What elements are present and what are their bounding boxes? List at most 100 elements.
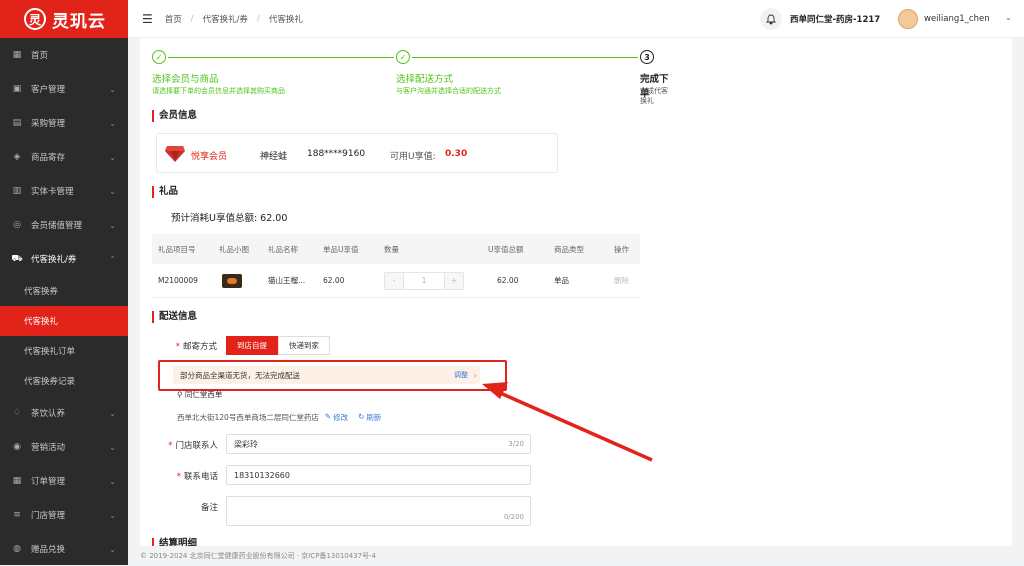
delivery-section-title: 配送信息: [152, 311, 197, 323]
sidebar-item[interactable]: ▥ 实体卡管理 ⌄: [0, 174, 128, 208]
express-option[interactable]: 快递到家: [278, 336, 330, 355]
gift-table: 礼品项目号 礼品小图 礼品名称 单品U享值 数量 U享值总额 商品类型 操作 M…: [152, 234, 640, 298]
chevron-down-icon[interactable]: ⌄: [109, 545, 116, 554]
member-section-title: 会员信息: [152, 110, 197, 122]
step-2-title: 选择配送方式: [396, 74, 454, 85]
step-1-check-icon: ✓: [152, 50, 166, 64]
cell-type: 单品: [554, 276, 569, 285]
list-icon: ≡: [13, 510, 21, 520]
sidebar-subitem[interactable]: 代客换礼: [0, 306, 128, 336]
chevron-down-icon[interactable]: ⌄: [109, 511, 116, 520]
sidebar-item[interactable]: ◎ 会员储值管理 ⌄: [0, 208, 128, 242]
pickup-option[interactable]: 到店自提: [226, 336, 278, 355]
sidebar-item[interactable]: ♢ 茶饮认养 ⌄: [0, 396, 128, 430]
step-1-title: 选择会员与商品: [152, 74, 219, 85]
cell-name: 猫山王榴...: [268, 276, 306, 285]
cell-total: 62.00: [497, 276, 519, 285]
delete-button[interactable]: 删除: [614, 275, 629, 286]
th-action: 操作: [614, 244, 629, 254]
th-unit: 单品U享值: [323, 244, 359, 254]
table-row: M2100009 猫山王榴... 62.00 - 1 + 62.00 单品 删除: [152, 264, 640, 298]
th-code: 礼品项目号: [158, 244, 196, 254]
chevron-up-icon[interactable]: ⌃: [109, 255, 116, 264]
sidebar-item-label: 实体卡管理: [31, 187, 74, 197]
chevron-down-icon[interactable]: ⌄: [109, 409, 116, 418]
chevron-down-icon[interactable]: ⌄: [109, 153, 116, 162]
sidebar-item[interactable]: ◉ 营销活动 ⌄: [0, 430, 128, 464]
sidebar-item[interactable]: ◈ 商品寄存 ⌄: [0, 140, 128, 174]
chevron-down-icon[interactable]: ⌄: [109, 187, 116, 196]
sidebar-subitem[interactable]: 代客换券记录: [0, 366, 128, 396]
sidebar-item-label: 首页: [31, 51, 49, 61]
settlement-section-title: 结算明细: [152, 538, 197, 546]
app-logo[interactable]: 灵 灵玑云: [0, 0, 128, 38]
sidebar-item[interactable]: ▦ 首页: [0, 38, 128, 72]
topbar: ☰ 首页 / 代客换礼/券 / 代客换礼 西单同仁堂-药房-1217 weili…: [128, 0, 1024, 38]
sidebar-item-label: 采购管理: [31, 119, 66, 129]
refresh-icon[interactable]: ↻: [358, 412, 364, 423]
menu-toggle-icon[interactable]: ☰: [142, 12, 153, 26]
gift-icon: ◍: [13, 544, 21, 554]
sidebar-item-label: 茶饮认养: [31, 409, 66, 419]
store-name: ⚲ 同仁堂西单: [177, 390, 223, 399]
member-name: 神经蛙: [260, 152, 288, 162]
megaphone-icon: ◉: [13, 442, 21, 452]
chevron-down-icon[interactable]: ⌄: [109, 85, 116, 94]
cell-unit: 62.00: [323, 276, 345, 285]
bell-icon[interactable]: [760, 8, 782, 30]
sidebar-item-label: 会员储值管理: [31, 221, 83, 231]
quantity-value[interactable]: 1: [403, 272, 445, 289]
store-address-row: 西单北大街120号西单商场二层同仁堂药店 ✎ 修改 ↻ 刷新: [177, 412, 381, 423]
th-name: 礼品名称: [268, 244, 298, 254]
method-label: * 邮寄方式: [175, 342, 217, 352]
gift-thumbnail: [222, 273, 242, 288]
sidebar: 灵 灵玑云 ▦ 首页 ▣ 客户管理 ⌄ ▤ 采购管理 ⌄ ◈ 商品寄存 ⌄ ▥ 实体卡管理 ⌄ ◎ 会员储值管…: [0, 0, 128, 565]
chevron-down-icon[interactable]: ⌄: [109, 443, 116, 452]
location-pin-icon: ⚲: [177, 390, 185, 399]
remark-textarea[interactable]: 0/200: [226, 496, 531, 526]
logo-icon: 灵: [24, 8, 46, 30]
refresh-link[interactable]: 刷新: [366, 412, 381, 423]
cell-code: M2100009: [158, 276, 198, 285]
edit-link[interactable]: 修改: [333, 412, 348, 423]
grid-icon: ▦: [12, 476, 22, 486]
footer: © 2019-2024 北京同仁堂健康药业股份有限公司 · 京ICP备13010…: [128, 546, 1024, 565]
step-3-number: 3: [640, 50, 654, 64]
sidebar-item[interactable]: ▦ 订单管理 ⌄: [0, 464, 128, 498]
sidebar-item[interactable]: ▣ 客户管理 ⌄: [0, 72, 128, 106]
app-name: 灵玑云: [52, 11, 106, 32]
quantity-stepper[interactable]: - 1 +: [384, 271, 464, 290]
username[interactable]: weiliang1_chen: [924, 14, 990, 24]
sidebar-item-label: 营销活动: [31, 443, 66, 453]
sidebar-subitem[interactable]: 代客换礼订单: [0, 336, 128, 366]
breadcrumb-exchange[interactable]: 代客换礼/券: [203, 13, 248, 25]
leaf-icon: ♢: [12, 408, 22, 418]
sidebar-item-label: 赠品兑换: [31, 545, 66, 555]
sidebar-item[interactable]: ◍ 赠品兑换 ⌄: [0, 532, 128, 566]
coin-icon: ◎: [13, 220, 21, 230]
sidebar-item[interactable]: ≡ 门店管理 ⌄: [0, 498, 128, 532]
sidebar-item-label: 代客换礼/券: [31, 255, 77, 265]
contact-input[interactable]: 梁彩玲 3/20: [226, 434, 531, 454]
remark-label: 备注: [200, 503, 218, 513]
step-line: [168, 57, 394, 58]
minus-button[interactable]: -: [385, 272, 403, 289]
avatar[interactable]: [898, 9, 918, 29]
chevron-down-icon[interactable]: ⌄: [109, 477, 116, 486]
store-address: 西单北大街120号西单商场二层同仁堂药店: [177, 413, 319, 422]
diamond-icon: [165, 146, 185, 162]
breadcrumb-home[interactable]: 首页: [165, 13, 182, 25]
chevron-down-icon[interactable]: ⌄: [109, 119, 116, 128]
edit-icon[interactable]: ✎: [325, 412, 331, 423]
sidebar-item-label: 客户管理: [31, 85, 66, 95]
store-selector[interactable]: 西单同仁堂-药房-1217: [790, 13, 880, 25]
phone-input[interactable]: 18310132660: [226, 465, 531, 485]
sidebar-item[interactable]: ⛟ 代客换礼/券 ⌃: [0, 242, 128, 276]
table-header: 礼品项目号 礼品小图 礼品名称 单品U享值 数量 U享值总额 商品类型 操作: [152, 234, 640, 264]
chevron-down-icon[interactable]: ⌄: [109, 221, 116, 230]
sidebar-subitem[interactable]: 代客换券: [0, 276, 128, 306]
cube-icon: ◈: [13, 152, 21, 162]
sidebar-item[interactable]: ▤ 采购管理 ⌄: [0, 106, 128, 140]
plus-button[interactable]: +: [445, 272, 463, 289]
chevron-down-icon[interactable]: ⌄: [1005, 13, 1012, 22]
